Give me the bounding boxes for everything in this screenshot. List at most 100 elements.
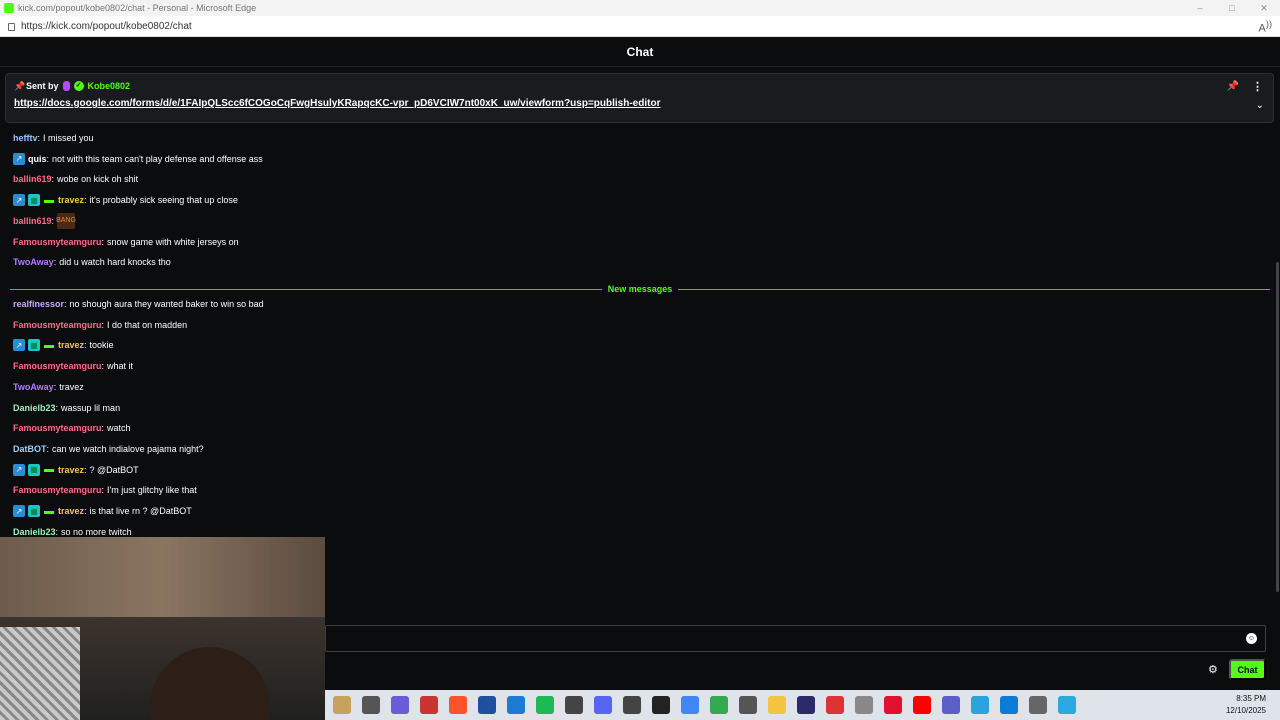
chat-username[interactable]: Famousmyteamguru — [13, 423, 102, 433]
chat-message-text: I do that on madden — [107, 319, 188, 330]
chat-input[interactable] — [326, 626, 1265, 651]
chat-scrollbar[interactable] — [1276, 262, 1279, 592]
chat-username[interactable]: travez — [58, 340, 84, 350]
telegram-icon[interactable] — [970, 696, 989, 714]
chat-username[interactable]: TwoAway — [13, 382, 54, 392]
chat-message[interactable]: ↗ quis: not with this team can't play defe… — [13, 149, 263, 169]
chat-message-text: tookie — [89, 340, 114, 351]
chat-username[interactable]: Famousmyteamguru — [13, 320, 102, 330]
chat-message[interactable]: hefftv: I missed you — [13, 128, 94, 148]
url-text[interactable]: https://kick.com/popout/kobe0802/chat — [21, 21, 192, 32]
chat-message[interactable]: ↗ ▦ ▬ travez:? @DatBOT — [13, 460, 139, 480]
gift-badge-icon: ▬ — [44, 339, 54, 351]
bang-emote: BANG — [56, 212, 76, 229]
chat-message[interactable]: Famousmyteamguru: I'm just glitchy like t… — [13, 480, 197, 500]
username-separator: : — [101, 485, 105, 496]
vpn-icon[interactable] — [854, 696, 873, 714]
task-view-icon[interactable] — [361, 696, 380, 714]
discord-icon[interactable] — [593, 696, 612, 714]
chat-username[interactable]: quis — [28, 154, 47, 164]
chat-message[interactable]: Famousmyteamguru: watch — [13, 418, 131, 438]
og-badge-icon: ↗ — [13, 463, 25, 476]
chat-message[interactable]: ballin619: BANG — [13, 211, 76, 231]
pinned-sender-name[interactable]: Kobe0802 — [88, 81, 131, 91]
send-chat-button[interactable]: Chat — [1229, 659, 1266, 680]
chat-message[interactable]: realfinessor: no shough aura they wanted … — [13, 294, 264, 314]
chat-message[interactable]: Famousmyteamguru: snow game with white je… — [13, 232, 239, 252]
obs-icon[interactable] — [564, 696, 583, 714]
read-aloud-icon[interactable]: A)) — [1259, 19, 1272, 35]
chat-username[interactable]: Famousmyteamguru — [13, 485, 102, 495]
chat-settings-gear-icon[interactable]: ⚙ — [1208, 663, 1218, 676]
settings-icon[interactable] — [1028, 696, 1047, 714]
chat-username[interactable]: Famousmyteamguru — [13, 237, 102, 247]
sub-badge-icon: ▦ — [28, 339, 40, 352]
chat-username[interactable]: DatBOT — [13, 444, 47, 454]
folder-icon[interactable] — [767, 696, 786, 714]
address-bar[interactable]: https://kick.com/popout/kobe0802/chat A)… — [0, 16, 1280, 37]
chat-message[interactable]: TwoAway: did u watch hard knocks tho — [13, 252, 171, 272]
chat-username[interactable]: Danielb23 — [13, 527, 56, 537]
chat-header: Chat — [0, 37, 1280, 67]
ccleaner-icon[interactable] — [477, 696, 496, 714]
og-badge-icon: ↗ — [13, 152, 25, 165]
store-icon[interactable] — [738, 696, 757, 714]
chat-username[interactable]: travez — [58, 195, 84, 205]
teams-icon[interactable] — [941, 696, 960, 714]
chat-username[interactable]: hefftv — [13, 133, 38, 143]
file-explorer-icon[interactable] — [332, 696, 351, 714]
youtube-icon[interactable] — [912, 696, 931, 714]
taskbar-clock[interactable]: 8:35 PM 12/10/2025 — [1226, 693, 1266, 717]
opera-icon[interactable] — [883, 696, 902, 714]
chat-input-box[interactable]: ☺ — [325, 625, 1266, 652]
chat-message[interactable]: ballin619: wobe on kick oh shit — [13, 169, 138, 189]
chat-message-text: ? @DatBOT — [89, 464, 139, 475]
chat-username[interactable]: ballin619 — [13, 216, 52, 226]
username-separator: : — [53, 381, 57, 392]
chat-message[interactable]: DatBOT: can we watch indialove pajama nig… — [13, 439, 204, 459]
chatgpt-icon[interactable] — [622, 696, 641, 714]
chat-message[interactable]: Danielb23: wassup lil man — [13, 398, 120, 418]
threads-icon[interactable] — [651, 696, 670, 714]
og-badge-icon: ↗ — [13, 339, 25, 352]
chat-message[interactable]: ↗ ▦ ▬ travez: it's probably sick seeing that… — [13, 190, 238, 210]
maximize-button[interactable]: □ — [1216, 0, 1248, 16]
chat-message[interactable]: Danielb23: so no more twitch — [13, 522, 132, 537]
capcut-icon[interactable] — [825, 696, 844, 714]
chat-username[interactable]: TwoAway — [13, 257, 54, 267]
notepad-icon[interactable] — [1057, 696, 1076, 714]
chrome-alt-icon[interactable] — [709, 696, 728, 714]
copilot-icon[interactable] — [390, 696, 409, 714]
spotify-icon[interactable] — [535, 696, 554, 714]
chat-username[interactable]: travez — [58, 506, 84, 516]
photos-icon[interactable] — [506, 696, 525, 714]
minimize-button[interactable]: – — [1184, 0, 1216, 16]
chat-message[interactable]: ↗ ▦ ▬ travez: tookie — [13, 335, 114, 355]
chat-message-text: I'm just glitchy like that — [107, 485, 197, 496]
lock-icon[interactable] — [8, 23, 15, 31]
pinned-link[interactable]: https://docs.google.com/forms/d/e/1FAIpQ… — [14, 98, 660, 109]
emoji-icon[interactable]: ☺ — [1246, 633, 1257, 644]
chat-username[interactable]: Famousmyteamguru — [13, 361, 102, 371]
chevron-down-icon[interactable]: ⌄ — [1256, 100, 1264, 111]
edge-icon[interactable] — [999, 696, 1018, 714]
unpin-button[interactable]: 📌 — [1227, 81, 1239, 92]
chat-message[interactable]: TwoAway: travez — [13, 377, 84, 397]
voicemeeter-icon[interactable] — [419, 696, 438, 714]
chat-username[interactable]: Danielb23 — [13, 403, 56, 413]
chat-username[interactable]: ballin619 — [13, 174, 52, 184]
username-separator: : — [101, 361, 105, 372]
chrome-icon[interactable] — [680, 696, 699, 714]
chat-username[interactable]: travez — [58, 465, 84, 475]
chat-username[interactable]: realfinessor — [13, 299, 64, 309]
chat-message[interactable]: ↗ ▦ ▬ travez: is that live rn ? @DatBOT — [13, 501, 192, 521]
chat-messages[interactable]: New messages hefftv: I missed you ↗ quis: no… — [0, 127, 1276, 537]
chat-message[interactable]: Famousmyteamguru: what it — [13, 356, 133, 376]
brave-icon[interactable] — [448, 696, 467, 714]
chat-message[interactable]: Famousmyteamguru: I do that on madden — [13, 315, 187, 335]
media-player-icon[interactable] — [796, 696, 815, 714]
chat-title: Chat — [626, 44, 654, 59]
close-button[interactable]: ✕ — [1248, 0, 1280, 16]
chat-message-text: so no more twitch — [61, 526, 132, 537]
more-options-icon[interactable]: ⋮ — [1252, 80, 1263, 93]
